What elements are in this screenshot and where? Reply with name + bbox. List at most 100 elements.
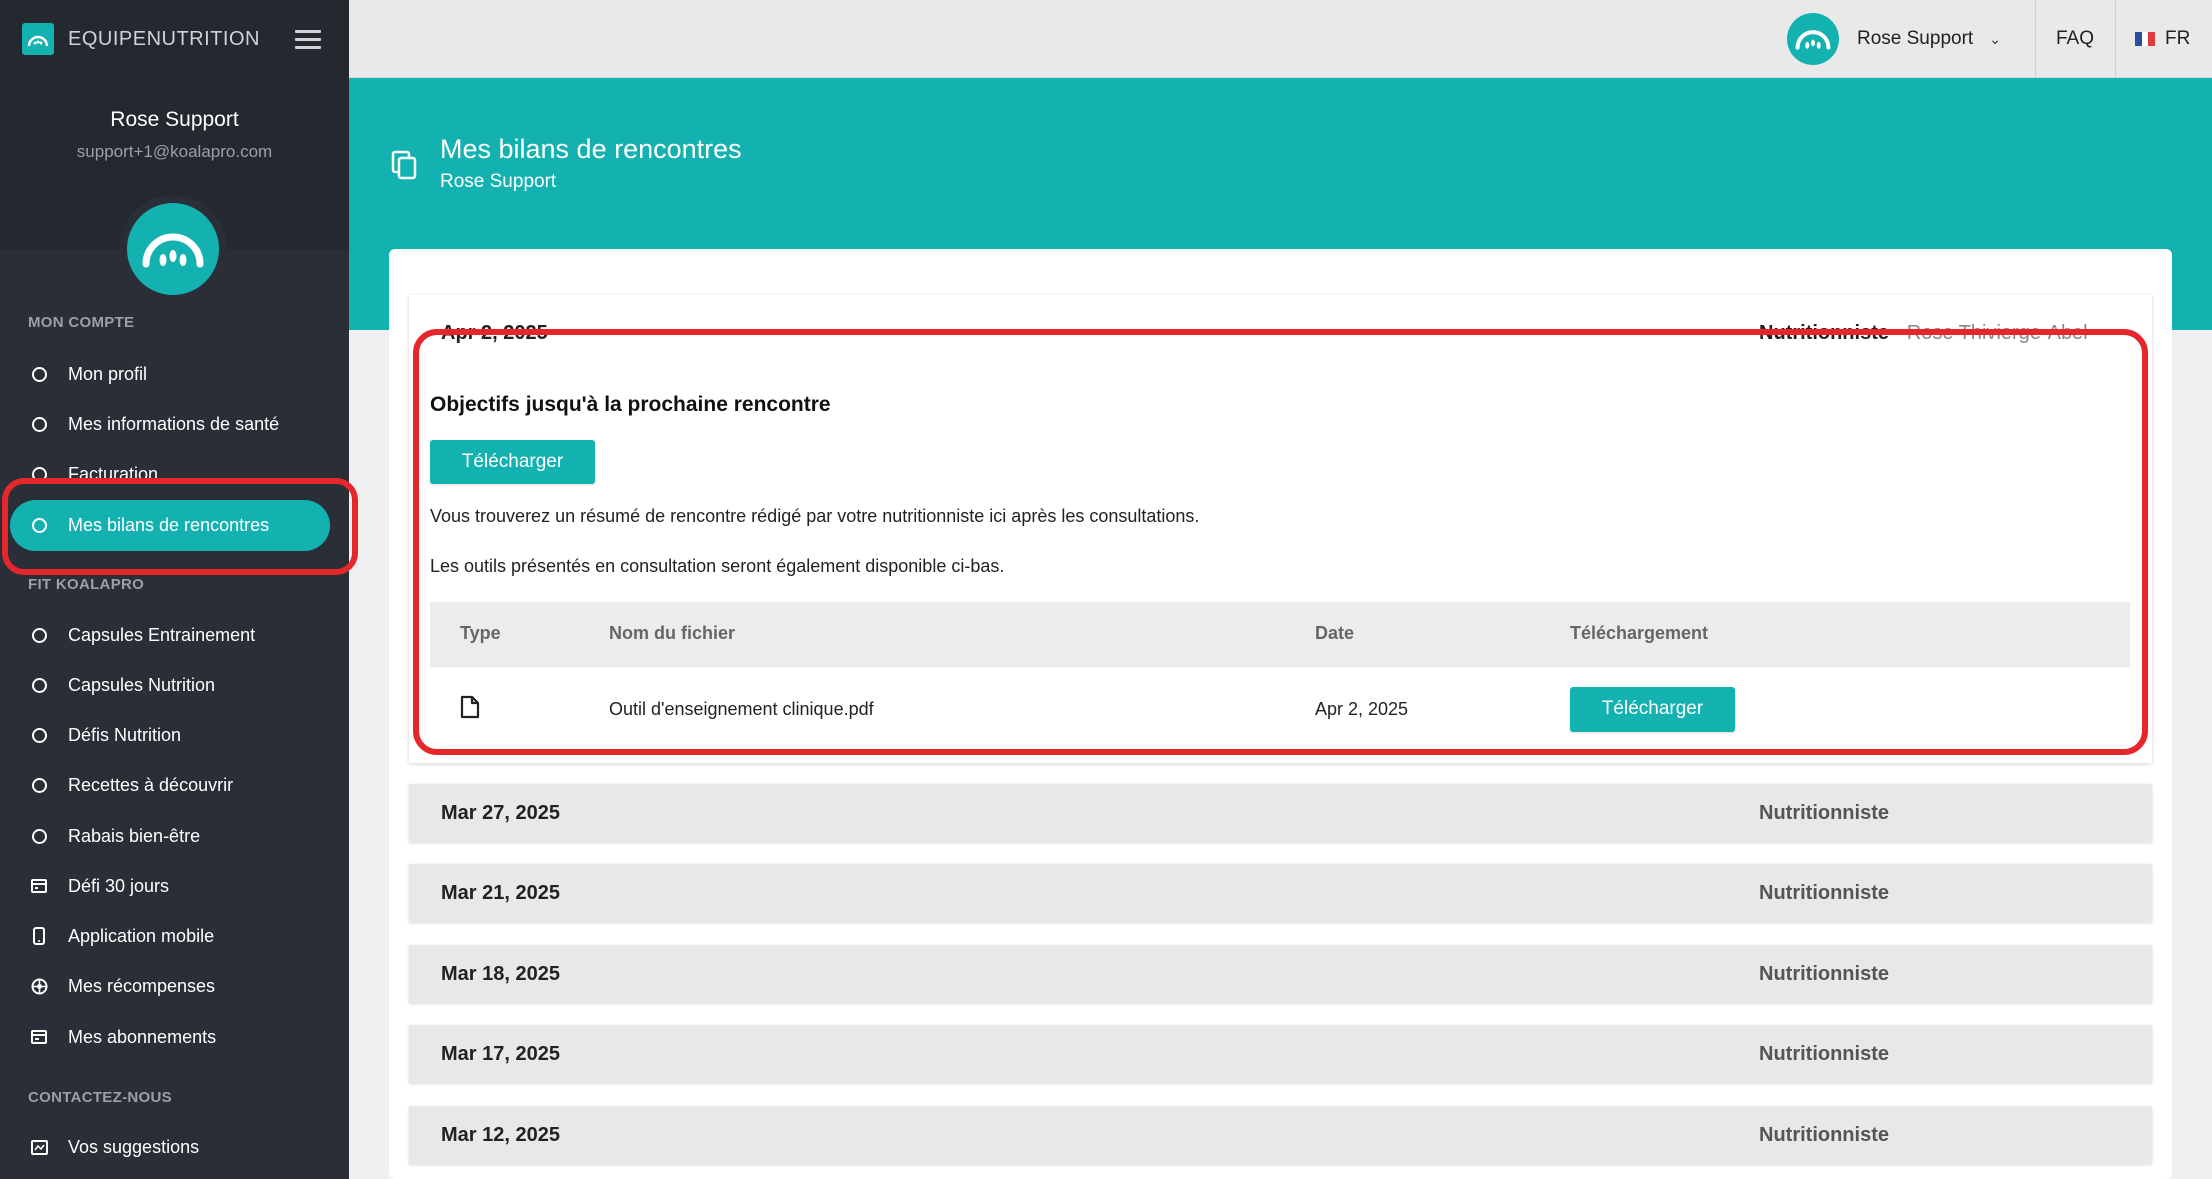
calendar-icon xyxy=(30,877,48,895)
encounter-entry[interactable]: Mar 17, 2025 Nutritionniste xyxy=(409,1025,2152,1083)
page-subtitle: Rose Support xyxy=(440,171,557,192)
sidebar-item-label: Application mobile xyxy=(68,925,215,946)
sidebar-item-label: Mes récompenses xyxy=(68,975,216,996)
sidebar-item-label: Capsules Nutrition xyxy=(68,674,216,695)
sidebar-item-label: Capsules Entrainement xyxy=(68,624,256,645)
user-avatar-icon xyxy=(1787,13,1839,65)
objectives-title: Objectifs jusqu'à la prochaine rencontre xyxy=(430,393,831,416)
sidebar: EQUIPENUTRITION Rose Support support+1@k… xyxy=(0,0,358,1179)
sidebar-item-defi-30-jours[interactable]: Défi 30 jours xyxy=(0,861,349,911)
entry-role: Nutritionniste - Rose Thivierge-Abel xyxy=(1759,322,2088,344)
section-mon-compte: MON COMPTE xyxy=(28,314,135,331)
entry-date: Mar 21, 2025 xyxy=(441,882,560,904)
section-contactez-nous: CONTACTEZ-NOUS xyxy=(28,1089,172,1106)
sidebar-item-label: Rabais bien-être xyxy=(68,825,201,846)
documents-icon xyxy=(391,150,417,185)
sidebar-user-email: support+1@koalapro.com xyxy=(76,142,273,161)
avatar[interactable] xyxy=(119,195,227,303)
sidebar-item-label: Vos suggestions xyxy=(68,1136,200,1157)
award-icon xyxy=(30,977,48,995)
sidebar-item-informations-sante[interactable]: Mes informations de santé xyxy=(0,399,349,449)
sidebar-user-name: Rose Support xyxy=(110,108,239,131)
chevron-down-icon: ⌄ xyxy=(1989,30,2001,47)
download-file-button[interactable]: Télécharger xyxy=(1570,686,1735,732)
summary-text: Vous trouverez un résumé de rencontre ré… xyxy=(430,506,1200,526)
encounter-entry-expanded: Apr 2, 2025 Nutritionniste - Rose Thivie… xyxy=(409,295,2152,763)
language-label: FR xyxy=(2165,28,2191,49)
language-selector[interactable]: FR xyxy=(2135,0,2190,78)
encounter-entry[interactable]: Mar 12, 2025 Nutritionniste xyxy=(409,1106,2152,1164)
sidebar-item-label: Mon profil xyxy=(68,363,148,384)
menu-toggle-icon[interactable] xyxy=(295,29,321,49)
sidebar-item-facturation[interactable]: Facturation xyxy=(0,449,349,499)
sidebar-item-label: Facturation xyxy=(68,463,159,484)
sidebar-item-recettes[interactable]: Recettes à découvrir xyxy=(0,760,349,810)
entry-practitioner: Rose Thivierge-Abel xyxy=(1906,322,2088,344)
entry-date: Mar 17, 2025 xyxy=(441,1043,560,1065)
card-icon xyxy=(30,1028,48,1046)
circle-icon xyxy=(30,776,48,794)
circle-icon xyxy=(30,465,48,483)
divider xyxy=(2115,0,2116,78)
col-download: Téléchargement xyxy=(1570,623,1709,644)
files-table: Type Nom du fichier Date Téléchargement … xyxy=(430,602,2130,752)
topbar-user-name: Rose Support xyxy=(1857,28,1974,49)
table-row: Outil d'enseignement clinique.pdf Apr 2,… xyxy=(430,665,2130,752)
sidebar-item-bilans-rencontres[interactable]: Mes bilans de rencontres xyxy=(10,500,330,551)
sidebar-item-defis-nutrition[interactable]: Défis Nutrition xyxy=(0,710,349,760)
sidebar-item-recompenses[interactable]: Mes récompenses xyxy=(0,961,349,1011)
entry-role: Nutritionniste xyxy=(1759,882,1889,904)
sidebar-item-application-mobile[interactable]: Application mobile xyxy=(0,911,349,961)
circle-icon xyxy=(30,365,48,383)
download-objectives-button[interactable]: Télécharger xyxy=(430,440,595,484)
file-date: Apr 2, 2025 xyxy=(1315,665,1570,752)
entry-date[interactable]: Apr 2, 2025 xyxy=(441,322,548,345)
sidebar-item-capsules-entrainement[interactable]: Capsules Entrainement xyxy=(0,610,349,660)
circle-icon xyxy=(30,827,48,845)
entry-role: Nutritionniste xyxy=(1759,963,1889,985)
flag-fr-icon xyxy=(2135,32,2156,46)
col-type: Type xyxy=(460,623,501,644)
sidebar-item-mon-profil[interactable]: Mon profil xyxy=(0,349,349,399)
entry-date: Mar 12, 2025 xyxy=(441,1124,560,1146)
tools-text: Les outils présentés en consultation ser… xyxy=(430,556,1005,576)
user-menu[interactable]: Rose Support ⌄ xyxy=(1787,0,2001,78)
file-download-cell: Télécharger xyxy=(1570,665,2130,752)
encounter-entry[interactable]: Mar 27, 2025 Nutritionniste xyxy=(409,784,2152,842)
sidebar-item-suggestions[interactable]: Vos suggestions xyxy=(0,1122,349,1172)
brand-logo-icon xyxy=(22,23,54,55)
file-icon xyxy=(430,665,609,752)
entry-role: Nutritionniste xyxy=(1759,1124,1889,1146)
mobile-icon xyxy=(30,927,48,945)
sidebar-item-label: Défi 30 jours xyxy=(68,875,170,896)
section-fit-koalapro: FIT KOALAPRO xyxy=(28,576,145,593)
page-title: Mes bilans de rencontres xyxy=(440,134,742,164)
divider xyxy=(2035,0,2036,78)
brand-name: EQUIPENUTRITION xyxy=(68,27,260,50)
col-filename: Nom du fichier xyxy=(609,623,736,644)
sidebar-item-capsules-nutrition[interactable]: Capsules Nutrition xyxy=(0,660,349,710)
col-date: Date xyxy=(1315,623,1355,644)
encounter-entry[interactable]: Mar 18, 2025 Nutritionniste xyxy=(409,945,2152,1003)
feedback-icon xyxy=(30,1138,48,1156)
entry-role: Nutritionniste xyxy=(1759,802,1889,824)
entry-role-label: Nutritionniste xyxy=(1759,322,1889,344)
brand-bar: EQUIPENUTRITION xyxy=(0,0,349,78)
sidebar-item-label: Mes bilans de rencontres xyxy=(68,515,270,535)
sidebar-item-abonnements[interactable]: Mes abonnements xyxy=(0,1012,349,1062)
entry-date: Mar 27, 2025 xyxy=(441,802,560,824)
file-name: Outil d'enseignement clinique.pdf xyxy=(609,665,1315,752)
sidebar-item-label: Mes informations de santé xyxy=(68,413,280,434)
sidebar-item-label: Mes abonnements xyxy=(68,1026,217,1047)
circle-icon xyxy=(30,726,48,744)
circle-icon xyxy=(30,676,48,694)
table-header-row: Type Nom du fichier Date Téléchargement xyxy=(430,602,2130,666)
sidebar-item-label: Défis Nutrition xyxy=(68,724,182,745)
encounter-entry[interactable]: Mar 21, 2025 Nutritionniste xyxy=(409,864,2152,922)
faq-link[interactable]: FAQ xyxy=(2056,0,2094,78)
sidebar-item-label: Recettes à découvrir xyxy=(68,774,234,795)
entry-role: Nutritionniste xyxy=(1759,1043,1889,1065)
circle-icon xyxy=(30,415,48,433)
entry-date: Mar 18, 2025 xyxy=(441,963,560,985)
sidebar-item-rabais[interactable]: Rabais bien-être xyxy=(0,811,349,861)
